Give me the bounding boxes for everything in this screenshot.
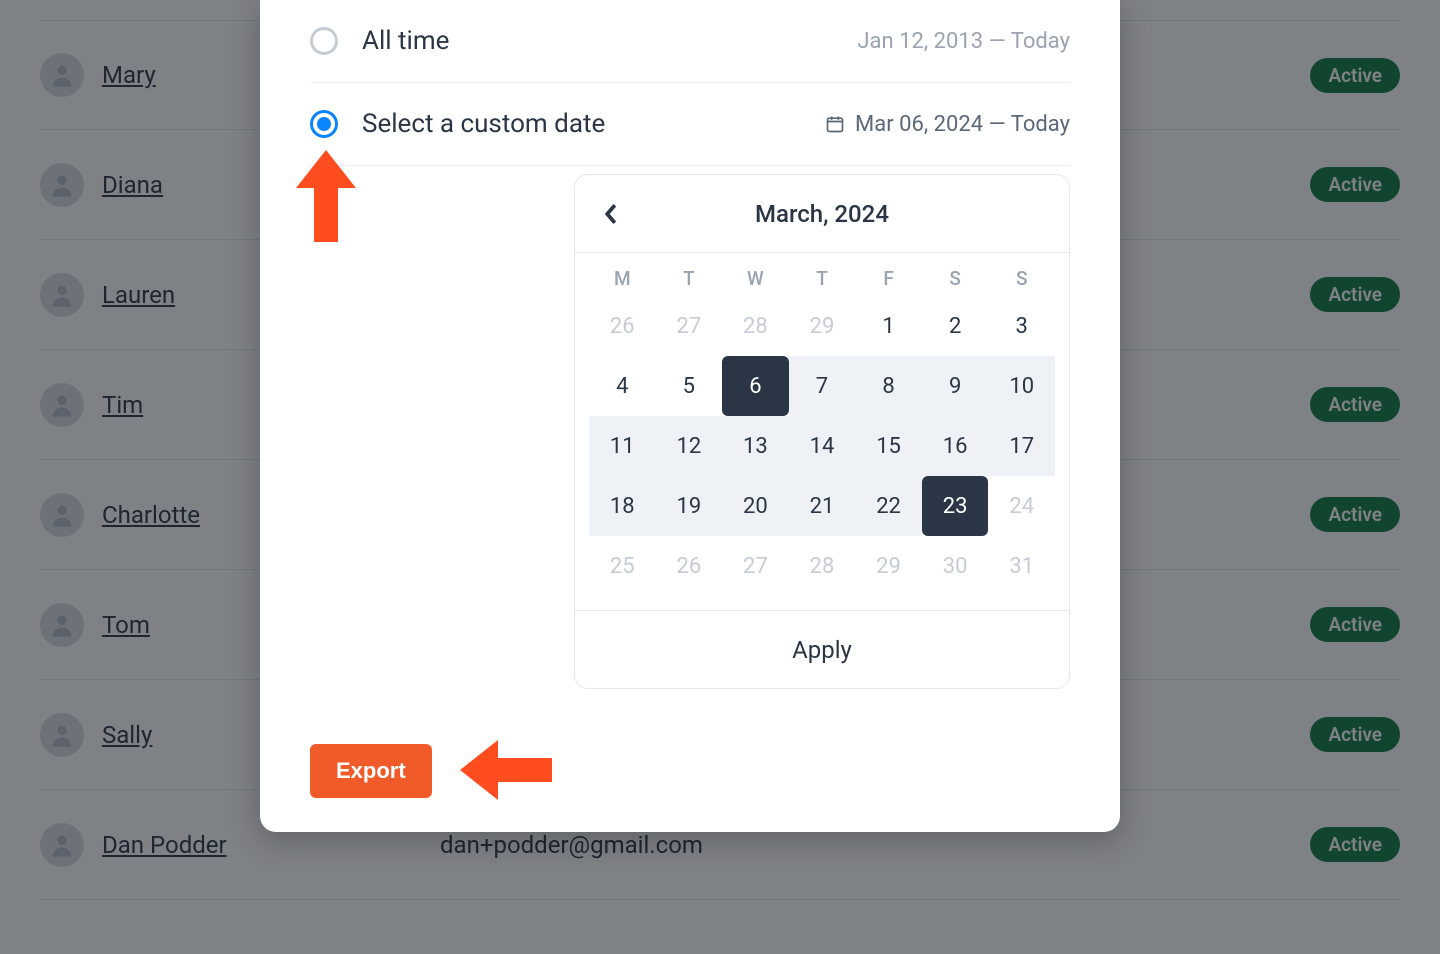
option-range: Mar 06, 2024 — Today bbox=[825, 112, 1070, 137]
calendar-day[interactable]: 18 bbox=[589, 476, 656, 536]
apply-button[interactable]: Apply bbox=[575, 610, 1069, 688]
radio-custom-date[interactable] bbox=[310, 110, 338, 138]
calendar-day[interactable]: 12 bbox=[656, 416, 723, 476]
calendar-day[interactable]: 10 bbox=[988, 356, 1055, 416]
calendar-days: 2627282912345678910111213141516171819202… bbox=[575, 296, 1069, 610]
radio-all-time[interactable] bbox=[310, 27, 338, 55]
option-custom-date[interactable]: Select a custom date Mar 06, 2024 — Toda… bbox=[310, 83, 1070, 166]
calendar-day: 24 bbox=[988, 476, 1055, 536]
calendar-day[interactable]: 13 bbox=[722, 416, 789, 476]
calendar-day[interactable]: 15 bbox=[855, 416, 922, 476]
weekday-label: T bbox=[656, 267, 723, 290]
calendar-day[interactable]: 1 bbox=[855, 296, 922, 356]
calendar-icon bbox=[825, 114, 845, 134]
calendar-day[interactable]: 8 bbox=[855, 356, 922, 416]
prev-month-button[interactable] bbox=[597, 200, 625, 228]
calendar-day[interactable]: 3 bbox=[988, 296, 1055, 356]
date-picker: March, 2024 MTWTFSS 26272829123456789101… bbox=[574, 174, 1070, 689]
calendar-day: 30 bbox=[922, 536, 989, 596]
calendar-day[interactable]: 19 bbox=[656, 476, 723, 536]
calendar-title: March, 2024 bbox=[755, 200, 889, 228]
calendar-day[interactable]: 2 bbox=[922, 296, 989, 356]
export-button[interactable]: Export bbox=[310, 744, 432, 798]
option-range: Jan 12, 2013 — Today bbox=[857, 29, 1070, 54]
weekday-label: F bbox=[855, 267, 922, 290]
calendar-day[interactable]: 16 bbox=[922, 416, 989, 476]
weekday-label: W bbox=[722, 267, 789, 290]
weekday-label: T bbox=[789, 267, 856, 290]
calendar-day[interactable]: 9 bbox=[922, 356, 989, 416]
chevron-left-icon bbox=[604, 204, 618, 224]
option-all-time[interactable]: All time Jan 12, 2013 — Today bbox=[310, 0, 1070, 83]
calendar-day[interactable]: 11 bbox=[589, 416, 656, 476]
weekday-label: S bbox=[922, 267, 989, 290]
calendar-day[interactable]: 17 bbox=[988, 416, 1055, 476]
calendar-day[interactable]: 20 bbox=[722, 476, 789, 536]
calendar-day[interactable]: 22 bbox=[855, 476, 922, 536]
calendar-day: 26 bbox=[589, 296, 656, 356]
annotation-arrow-up bbox=[296, 150, 356, 242]
calendar-day[interactable]: 5 bbox=[656, 356, 723, 416]
calendar-day: 27 bbox=[656, 296, 723, 356]
calendar-day: 25 bbox=[589, 536, 656, 596]
calendar-day[interactable]: 7 bbox=[789, 356, 856, 416]
export-modal: All time Jan 12, 2013 — Today Select a c… bbox=[260, 0, 1120, 832]
calendar-day: 31 bbox=[988, 536, 1055, 596]
calendar-header: March, 2024 bbox=[575, 175, 1069, 253]
annotation-arrow-left bbox=[460, 740, 552, 800]
calendar-day: 28 bbox=[722, 296, 789, 356]
calendar-day[interactable]: 23 bbox=[922, 476, 989, 536]
option-label: All time bbox=[362, 26, 449, 56]
calendar-day[interactable]: 4 bbox=[589, 356, 656, 416]
calendar-day: 29 bbox=[789, 296, 856, 356]
calendar-day[interactable]: 21 bbox=[789, 476, 856, 536]
weekday-label: S bbox=[988, 267, 1055, 290]
calendar-weekdays: MTWTFSS bbox=[575, 253, 1069, 296]
weekday-label: M bbox=[589, 267, 656, 290]
calendar-day: 28 bbox=[789, 536, 856, 596]
calendar-day: 26 bbox=[656, 536, 723, 596]
calendar-day[interactable]: 14 bbox=[789, 416, 856, 476]
option-label: Select a custom date bbox=[362, 109, 605, 139]
calendar-day[interactable]: 6 bbox=[722, 356, 789, 416]
calendar-day: 29 bbox=[855, 536, 922, 596]
calendar-day: 27 bbox=[722, 536, 789, 596]
